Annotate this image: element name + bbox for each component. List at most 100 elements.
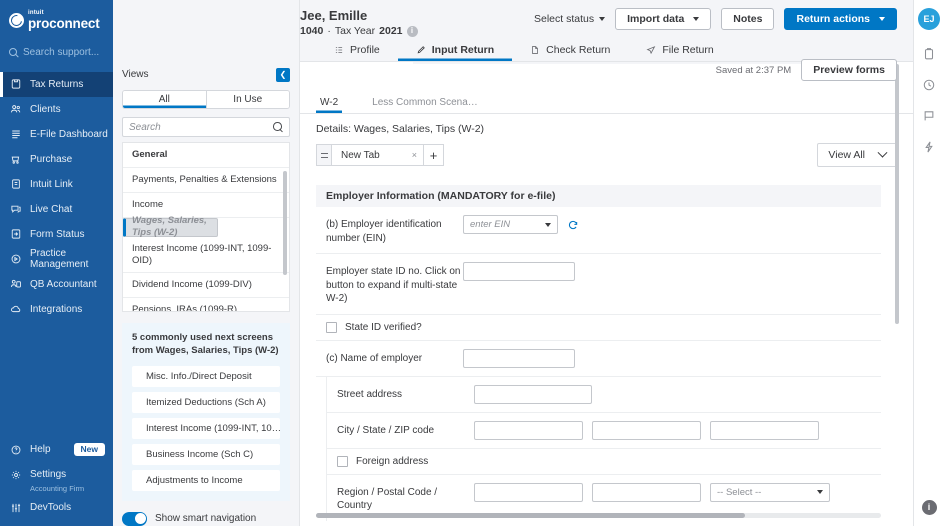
sidebar-item-live-chat[interactable]: Live Chat	[0, 197, 113, 222]
list-item[interactable]: Interest Income (1099-INT, 1099-OID)	[123, 237, 289, 274]
state-id-input[interactable]	[463, 262, 575, 281]
clients-icon	[10, 103, 22, 115]
client-subtitle: 1040 · Tax Year 2021 i	[300, 25, 418, 37]
views-header: Views ❮	[113, 66, 299, 84]
foreign-address-checkbox[interactable]	[337, 455, 348, 467]
views-title: Views	[122, 69, 149, 81]
city-input[interactable]	[474, 420, 583, 440]
save-status-row: Saved at 2:37 PM Preview forms	[716, 59, 897, 81]
flag-icon[interactable]	[922, 108, 937, 123]
live-chat-icon	[10, 203, 22, 215]
clipboard-icon[interactable]	[922, 46, 937, 61]
list-item[interactable]: Adjustments to Income	[132, 469, 280, 491]
views-list-scrollbar[interactable]	[283, 171, 287, 276]
sidebar-item-label: QB Accountant	[30, 278, 97, 290]
close-icon[interactable]: ×	[412, 150, 417, 160]
tab-check-return[interactable]: Check Return	[512, 44, 628, 61]
details-title: Details: Wages, Salaries, Tips (W-2)	[316, 123, 485, 135]
employer-name-input[interactable]	[463, 348, 575, 368]
main-horizontal-scrollbar[interactable]	[316, 513, 881, 518]
sidebar-item-clients[interactable]: Clients	[0, 97, 113, 122]
purchase-icon	[10, 153, 22, 165]
tab-profile[interactable]: Profile	[316, 44, 398, 61]
support-search[interactable]: Search support...	[9, 43, 105, 62]
chevron-left-icon[interactable]: ❮	[276, 67, 290, 82]
notes-button[interactable]: Notes	[721, 8, 775, 30]
preview-forms-button[interactable]: Preview forms	[801, 59, 897, 81]
list-item[interactable]: Pensions, IRAs (1099-R)	[123, 298, 289, 311]
chevron-down-icon	[545, 222, 551, 227]
left-navigation: intuit proconnect Search support... Tax …	[0, 0, 113, 526]
add-tab-button[interactable]: +	[424, 144, 444, 166]
sidebar-items: Tax Returns Clients E-File Dashboard Pur…	[0, 71, 113, 322]
list-item[interactable]: Misc. Info./Direct Deposit	[132, 365, 280, 387]
tab-less-common-scenarios[interactable]: Less Common Scena…	[368, 97, 482, 113]
tax-returns-icon	[10, 78, 22, 90]
list-item-selected[interactable]: Wages, Salaries, Tips (W-2)	[123, 215, 218, 238]
info-icon[interactable]: i	[921, 500, 937, 515]
content-sub-tabs: W-2 Less Common Scena…	[300, 90, 913, 114]
integrations-icon	[10, 303, 22, 315]
lightning-bolt-icon[interactable]	[922, 139, 937, 154]
sidebar-item-form-status[interactable]: Form Status	[0, 222, 113, 247]
view-all-dropdown[interactable]: View All	[817, 143, 897, 167]
list-item[interactable]: Dividend Income (1099-DIV)	[123, 273, 289, 299]
page-title: Jee, Emille	[300, 8, 368, 23]
chevron-down-icon	[817, 490, 823, 494]
list-item[interactable]: Payments, Penalties & Extensions	[123, 168, 289, 193]
list-item[interactable]: Interest Income (1099-INT, 10…	[132, 417, 280, 439]
select-status-dropdown[interactable]: Select status	[534, 8, 606, 30]
ein-select[interactable]: enter EIN	[463, 215, 558, 234]
sidebar-item-devtools[interactable]: DevTools	[0, 495, 113, 520]
brand-logo[interactable]: intuit proconnect	[0, 0, 113, 39]
select-status-label: Select status	[534, 13, 595, 25]
search-input[interactable]	[129, 121, 273, 133]
state-id-verified-checkbox[interactable]	[326, 321, 337, 333]
views-list[interactable]: General Payments, Penalties & Extensions…	[122, 142, 290, 313]
checkbox-row-state-id-verified: State ID verified?	[316, 315, 881, 341]
tab-label: File Return	[662, 44, 714, 56]
refresh-icon[interactable]	[567, 219, 579, 231]
zip-input[interactable]	[710, 420, 819, 440]
country-select[interactable]: -- Select --	[710, 482, 830, 502]
sidebar-item-practice-management[interactable]: Practice Management	[0, 247, 113, 272]
tab-input-return[interactable]: Input Return	[398, 44, 512, 61]
sidebar-item-help[interactable]: Help New	[0, 437, 113, 462]
postal-code-input[interactable]	[592, 482, 701, 502]
avatar[interactable]: EJ	[918, 8, 940, 30]
search-icon	[9, 47, 18, 57]
smart-navigation-toggle[interactable]	[122, 511, 147, 526]
views-search[interactable]	[122, 117, 290, 138]
sidebar-item-efile-dashboard[interactable]: E-File Dashboard	[0, 122, 113, 147]
list-item[interactable]: Business Income (Sch C)	[132, 443, 280, 465]
brand-product-name: proconnect	[28, 16, 100, 31]
import-data-button[interactable]: Import data	[615, 8, 712, 30]
street-address-input[interactable]	[474, 384, 592, 404]
return-actions-button[interactable]: Return actions	[784, 8, 897, 30]
list-item[interactable]: Itemized Deductions (Sch A)	[132, 391, 280, 413]
field-label: City / State / ZIP code	[337, 424, 435, 436]
sidebar-item-settings[interactable]: Settings	[0, 462, 113, 487]
document-tab[interactable]: New Tab ×	[331, 144, 424, 166]
support-search-placeholder: Search support...	[23, 46, 100, 58]
field-label: (b) Employer identification number (EIN)	[326, 219, 442, 244]
notes-label: Notes	[733, 13, 763, 25]
sidebar-item-intuit-link[interactable]: Intuit Link	[0, 172, 113, 197]
sidebar-item-integrations[interactable]: Integrations	[0, 297, 113, 322]
field-row-city-state-zip: City / State / ZIP code	[327, 413, 881, 449]
sidebar-item-qb-accountant[interactable]: QB Accountant	[0, 272, 113, 297]
info-icon[interactable]: i	[406, 25, 418, 37]
list-item[interactable]: General	[123, 143, 289, 168]
region-input[interactable]	[474, 482, 583, 502]
views-tab-in-use[interactable]: In Use	[206, 90, 289, 109]
tab-w2[interactable]: W-2	[316, 97, 342, 113]
search-icon[interactable]	[273, 122, 283, 132]
sidebar-item-purchase[interactable]: Purchase	[0, 147, 113, 172]
drag-handle-icon[interactable]	[316, 144, 331, 166]
main-vertical-scrollbar[interactable]	[895, 64, 899, 324]
views-tab-all[interactable]: All	[123, 90, 207, 109]
state-input[interactable]	[592, 420, 701, 440]
sidebar-item-tax-returns[interactable]: Tax Returns	[0, 71, 113, 97]
history-clock-icon[interactable]	[922, 77, 937, 92]
list-item[interactable]: Income	[123, 193, 289, 218]
